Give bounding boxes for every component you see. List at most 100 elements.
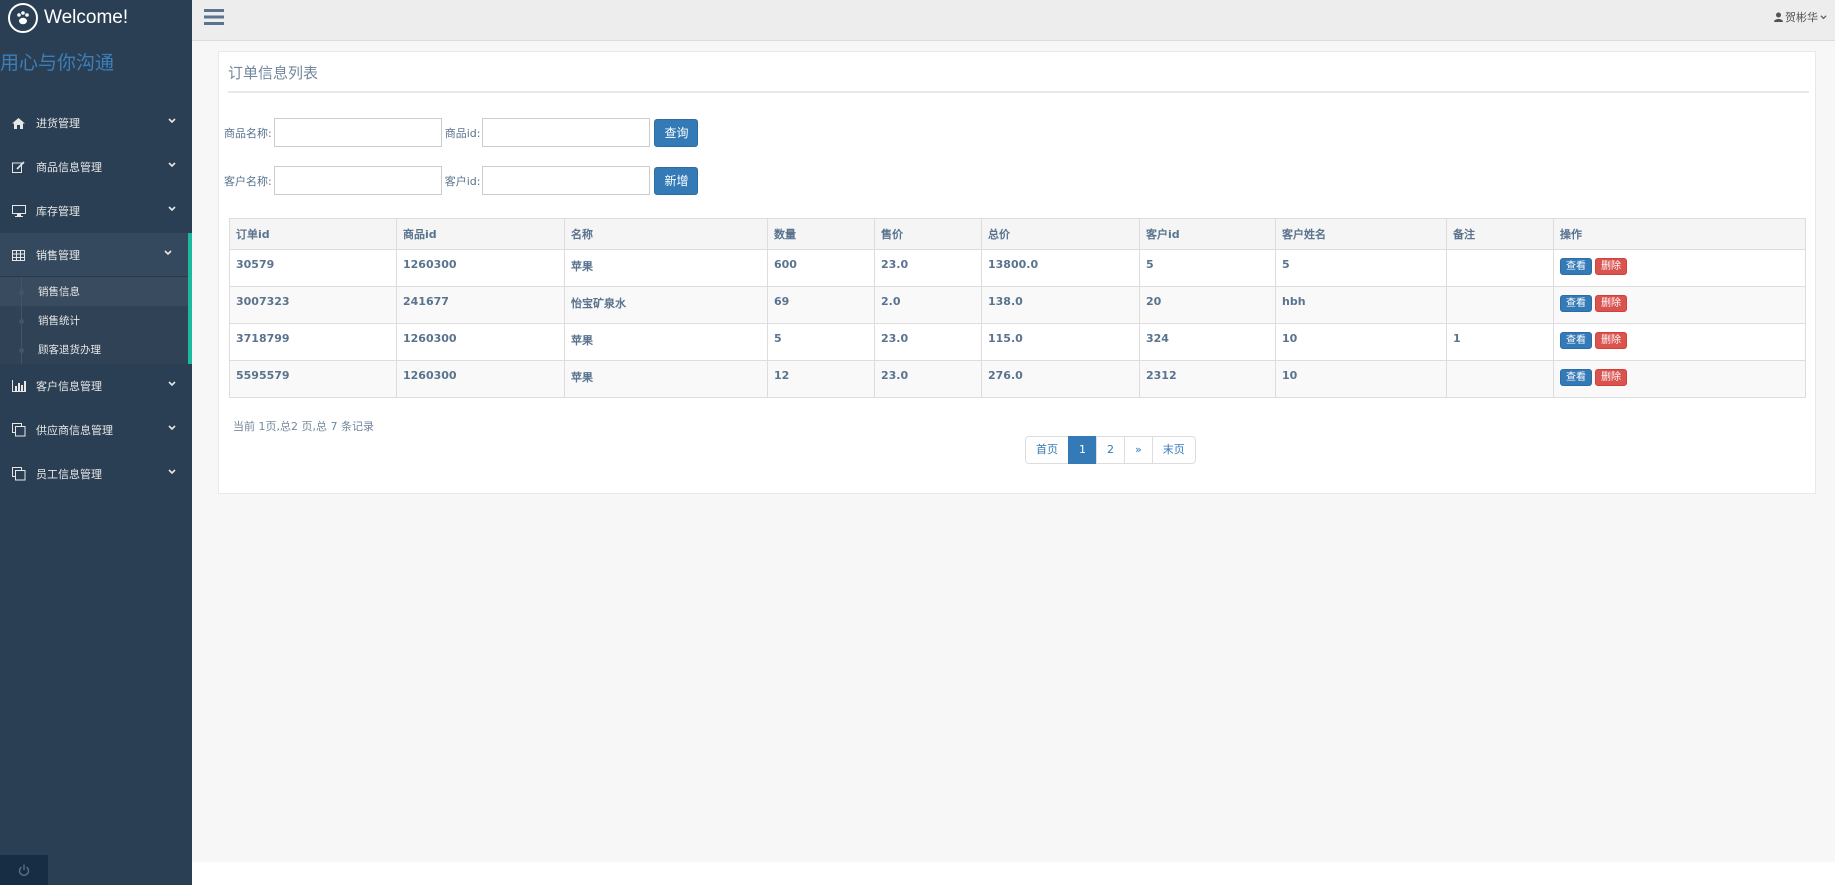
- sales-submenu: 销售信息 销售统计 顾客退货办理: [0, 277, 192, 364]
- column-header: 数量: [767, 218, 875, 250]
- desktop-icon: [12, 205, 28, 217]
- user-menu[interactable]: 贺彬华: [1774, 9, 1827, 25]
- order-id-cell: 30579: [229, 249, 397, 287]
- table-row: 5595579 1260300 苹果 12 23.0 276.0 2312 10…: [229, 360, 1806, 398]
- customer-name-input[interactable]: [273, 166, 442, 195]
- customer-name-cell: hbh: [1275, 286, 1447, 324]
- submenu-item-customer-returns[interactable]: 顾客退货办理: [0, 335, 188, 364]
- delete-button[interactable]: 删除: [1595, 258, 1627, 275]
- customer-id-label: 客户id:: [444, 174, 481, 188]
- customer-id-input[interactable]: [482, 166, 651, 195]
- sidebar-item-label: 销售管理: [36, 249, 80, 262]
- search-form-row-2: 客户名称: 客户id: 新增: [224, 166, 699, 195]
- user-icon: [1774, 12, 1783, 22]
- product-name-input[interactable]: [273, 118, 442, 147]
- chevron-down-icon: [168, 206, 176, 212]
- sidebar-item-sales[interactable]: 销售管理: [0, 233, 192, 277]
- chevron-down-icon: [168, 425, 176, 431]
- menu-toggle-icon[interactable]: [204, 7, 226, 27]
- sidebar-item-label: 客户信息管理: [36, 380, 102, 393]
- view-button[interactable]: 查看: [1560, 332, 1592, 349]
- customer-id-cell: 5: [1139, 249, 1276, 287]
- order-list-panel: 订单信息列表 商品名称: 商品id: 查询 客户名称: 客户id: 新增 订单i…: [218, 51, 1816, 494]
- sidebar-item-label: 库存管理: [36, 205, 80, 218]
- quantity-cell: 12: [767, 360, 875, 398]
- price-cell: 23.0: [874, 323, 982, 361]
- total-cell: 138.0: [981, 286, 1140, 324]
- product-name-cell: 苹果: [564, 323, 768, 361]
- edit-icon: [12, 161, 28, 173]
- delete-button[interactable]: 删除: [1595, 295, 1627, 312]
- pagination: 首页 1 2 » 末页: [1025, 436, 1196, 464]
- customer-id-cell: 20: [1139, 286, 1276, 324]
- page-title: 订单信息列表: [228, 64, 319, 82]
- note-cell: [1446, 249, 1554, 287]
- sidebar-item-product-info[interactable]: 商品信息管理: [0, 145, 192, 189]
- product-name-cell: 苹果: [564, 249, 768, 287]
- last-page-button[interactable]: 末页: [1151, 436, 1196, 464]
- chevron-down-icon: [168, 118, 176, 124]
- next-page-button[interactable]: »: [1124, 436, 1153, 464]
- column-header: 客户id: [1139, 218, 1276, 250]
- logout-button[interactable]: [0, 855, 48, 885]
- actions-cell: 查看 删除: [1553, 286, 1806, 324]
- table-header-row: 订单id 商品id 名称 数量 售价 总价 客户id 客户姓名 备注 操作: [229, 218, 1806, 250]
- product-id-cell: 1260300: [396, 323, 565, 361]
- product-id-input[interactable]: [482, 118, 651, 147]
- product-name-label: 商品名称:: [224, 126, 272, 140]
- quantity-cell: 5: [767, 323, 875, 361]
- order-id-cell: 3718799: [229, 323, 397, 361]
- note-cell: 1: [1446, 323, 1554, 361]
- sidebar: Welcome! 用心与你沟通 进货管理 商品信息管理 库存管理 销售管理 销售…: [0, 0, 192, 885]
- delete-button[interactable]: 删除: [1595, 332, 1627, 349]
- record-count-info: 当前 1页,总2 页,总 7 条记录: [233, 420, 374, 433]
- product-id-cell: 1260300: [396, 249, 565, 287]
- sidebar-item-customer-info[interactable]: 客户信息管理: [0, 364, 192, 408]
- customer-id-cell: 2312: [1139, 360, 1276, 398]
- brand[interactable]: Welcome!: [0, 0, 192, 36]
- sidebar-item-employee-info[interactable]: 员工信息管理: [0, 452, 192, 496]
- quantity-cell: 600: [767, 249, 875, 287]
- sidebar-item-label: 员工信息管理: [36, 468, 102, 481]
- sidebar-item-supplier-info[interactable]: 供应商信息管理: [0, 408, 192, 452]
- chevron-down-icon: [168, 469, 176, 475]
- view-button[interactable]: 查看: [1560, 369, 1592, 386]
- first-page-button[interactable]: 首页: [1025, 436, 1069, 464]
- orders-table: 订单id 商品id 名称 数量 售价 总价 客户id 客户姓名 备注 操作 30…: [229, 218, 1806, 398]
- delete-button[interactable]: 删除: [1595, 369, 1627, 386]
- add-button[interactable]: 新增: [654, 166, 699, 195]
- divider: [228, 91, 1809, 93]
- slogan: 用心与你沟通: [0, 52, 115, 74]
- table-row: 30579 1260300 苹果 600 23.0 13800.0 5 5 查看…: [229, 249, 1806, 287]
- page-button-2[interactable]: 2: [1096, 436, 1125, 464]
- power-icon: [18, 864, 30, 876]
- product-id-cell: 1260300: [396, 360, 565, 398]
- query-button[interactable]: 查询: [654, 118, 699, 147]
- note-cell: [1446, 286, 1554, 324]
- total-cell: 13800.0: [981, 249, 1140, 287]
- sidebar-menu: 进货管理 商品信息管理 库存管理 销售管理 销售信息 销售统计 顾客退货办理 客…: [0, 101, 192, 496]
- column-header: 售价: [874, 218, 982, 250]
- brand-title: Welcome!: [44, 7, 129, 28]
- product-name-cell: 怡宝矿泉水: [564, 286, 768, 324]
- page-button-1[interactable]: 1: [1068, 436, 1097, 464]
- price-cell: 23.0: [874, 249, 982, 287]
- column-header: 客户姓名: [1275, 218, 1447, 250]
- footer: [192, 862, 1835, 885]
- sidebar-item-label: 进货管理: [36, 117, 80, 130]
- sidebar-item-purchase[interactable]: 进货管理: [0, 101, 192, 145]
- customer-name-cell: 5: [1275, 249, 1447, 287]
- column-header: 备注: [1446, 218, 1554, 250]
- view-button[interactable]: 查看: [1560, 295, 1592, 312]
- user-name: 贺彬华: [1785, 11, 1818, 24]
- sidebar-item-inventory[interactable]: 库存管理: [0, 189, 192, 233]
- order-id-cell: 5595579: [229, 360, 397, 398]
- clone-icon: [12, 423, 28, 437]
- actions-cell: 查看 删除: [1553, 323, 1806, 361]
- view-button[interactable]: 查看: [1560, 258, 1592, 275]
- submenu-item-sales-info[interactable]: 销售信息: [0, 277, 188, 306]
- submenu-item-sales-stats[interactable]: 销售统计: [0, 306, 188, 335]
- column-header: 名称: [564, 218, 768, 250]
- note-cell: [1446, 360, 1554, 398]
- table-row: 3007323 241677 怡宝矿泉水 69 2.0 138.0 20 hbh…: [229, 286, 1806, 324]
